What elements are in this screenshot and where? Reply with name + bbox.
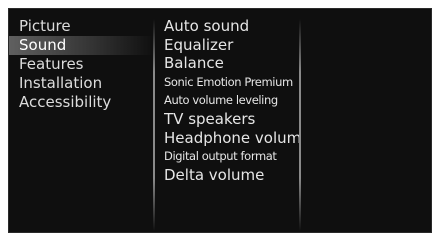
submenu-item-auto-sound[interactable]: Auto sound xyxy=(164,17,299,36)
submenu-item-tv-speakers[interactable]: TV speakers xyxy=(164,110,299,129)
menu-divider xyxy=(153,19,155,231)
menu-item-features[interactable]: Features xyxy=(9,55,154,74)
category-menu: Picture Sound Features Installation Acce… xyxy=(9,17,154,112)
submenu-item-equalizer[interactable]: Equalizer xyxy=(164,36,299,55)
menu-divider xyxy=(299,19,301,231)
tv-settings-menu: Picture Sound Features Installation Acce… xyxy=(8,8,432,233)
menu-item-sound[interactable]: Sound xyxy=(9,36,154,55)
menu-item-picture[interactable]: Picture xyxy=(9,17,154,36)
submenu-item-auto-volume-leveling[interactable]: Auto volume leveling xyxy=(164,91,299,110)
sound-submenu: Auto sound Equalizer Balance Sonic Emoti… xyxy=(164,17,299,184)
menu-item-installation[interactable]: Installation xyxy=(9,74,154,93)
submenu-item-headphone-volume[interactable]: Headphone volume xyxy=(164,129,299,148)
menu-item-accessibility[interactable]: Accessibility xyxy=(9,93,154,112)
submenu-item-sonic-emotion-premium[interactable]: Sonic Emotion Premium xyxy=(164,73,299,92)
submenu-item-delta-volume[interactable]: Delta volume xyxy=(164,166,299,185)
submenu-item-balance[interactable]: Balance xyxy=(164,54,299,73)
submenu-item-digital-output-format[interactable]: Digital output format xyxy=(164,147,299,166)
